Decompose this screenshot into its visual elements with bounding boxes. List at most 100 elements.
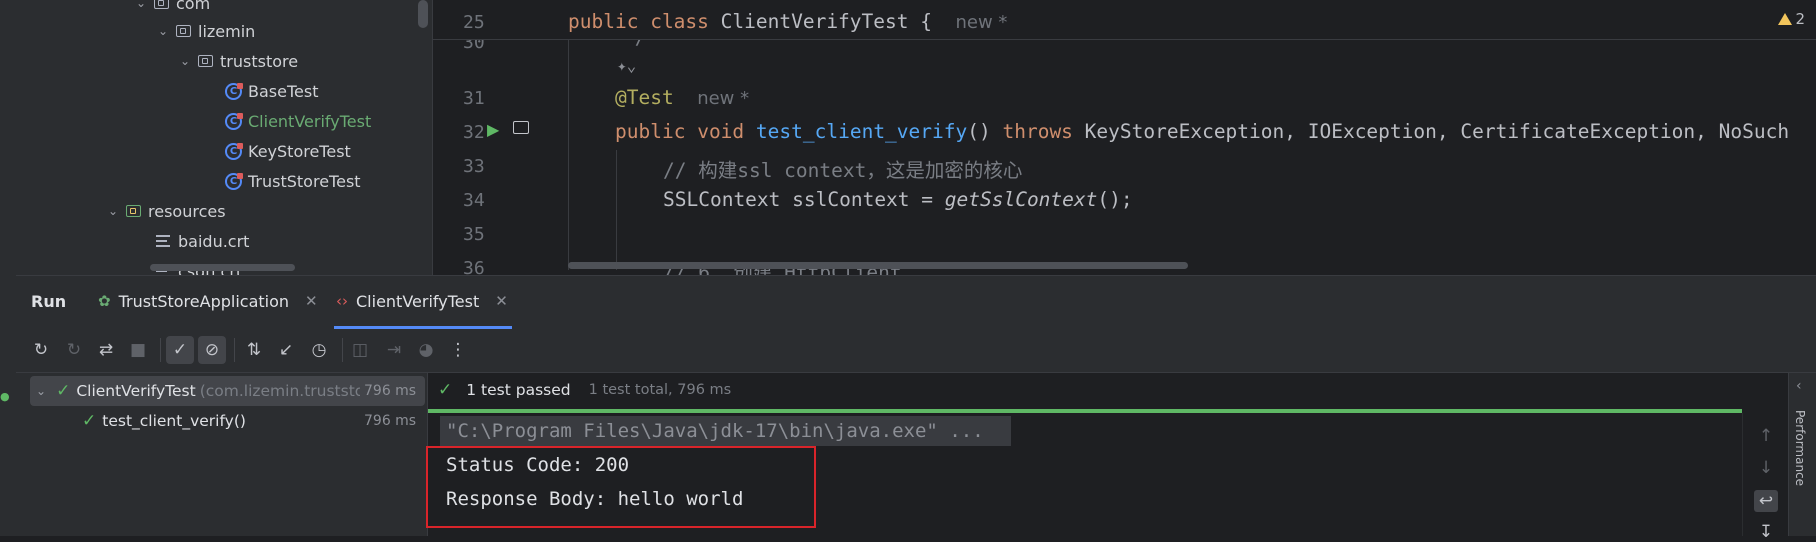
- test-class-icon: C: [225, 142, 243, 160]
- code-comment: // 构建ssl context，这是加密的核心: [663, 159, 1023, 182]
- tree-item-label: baidu.crt: [178, 231, 250, 251]
- show-ignored-icon[interactable]: ⊘: [198, 336, 226, 364]
- toolbar-separator: [342, 338, 343, 362]
- annotation: @Test: [615, 86, 674, 109]
- tree-item-label: TrustStoreTest: [248, 171, 361, 191]
- test-class-icon: C: [225, 172, 243, 190]
- project-tree: ⌄ com ⌄ lizemin ⌄ truststore C BaseTest …: [0, 0, 432, 275]
- check-icon: ✓: [82, 411, 97, 431]
- show-passed-icon[interactable]: ✓: [166, 336, 194, 364]
- stop-icon[interactable]: ■: [124, 336, 152, 364]
- tree-item-lizemin[interactable]: ⌄ lizemin: [156, 16, 255, 46]
- code-line-31: @Test new *: [615, 86, 749, 109]
- line-number: 35: [463, 224, 485, 245]
- rerun-icon[interactable]: ↻: [27, 336, 55, 364]
- tree-item-label: truststore: [220, 51, 299, 71]
- tree-item-basetest[interactable]: C BaseTest: [225, 76, 318, 106]
- test-method-label: test_client_verify(): [102, 412, 246, 430]
- tree-item-label: ClientVerifyTest: [248, 111, 372, 131]
- tree-vertical-scrollbar[interactable]: [418, 0, 428, 28]
- scroll-down-icon[interactable]: ↓: [1756, 458, 1776, 478]
- keyword: public: [568, 10, 639, 33]
- tree-item-clientverifytest[interactable]: C ClientVerifyTest: [225, 106, 371, 136]
- chevron-down-icon[interactable]: ⌄: [36, 384, 46, 398]
- test-method-row[interactable]: ✓ test_client_verify(): [82, 406, 246, 436]
- keyword: public: [615, 120, 686, 143]
- close-icon[interactable]: ✕: [305, 292, 318, 310]
- import-icon[interactable]: ⇥: [380, 336, 408, 364]
- test-duration: 796 ms: [364, 383, 417, 399]
- warnings-indicator[interactable]: 2: [1778, 10, 1805, 28]
- tests-passed-label: 1 test passed: [466, 381, 571, 399]
- brace: {: [908, 10, 932, 33]
- editor-horizontal-scrollbar[interactable]: [568, 262, 1188, 269]
- sort-icon[interactable]: ⇅: [240, 336, 268, 364]
- method-call: getSslContext: [944, 188, 1098, 211]
- test-status-line: ✓ 1 test passed 1 test total, 796 ms: [438, 380, 731, 400]
- chevron-down-icon[interactable]: ⌄: [134, 0, 148, 10]
- package-icon: [176, 25, 191, 37]
- toolbar-separator: [234, 338, 235, 362]
- ai-assist-icon[interactable]: ✦⌄: [617, 56, 636, 75]
- test-package-label: (com.lizemin.truststor: [199, 382, 360, 400]
- test-class-icon: C: [225, 112, 243, 130]
- indent-guide: [616, 150, 617, 270]
- call-tail: ();: [1097, 188, 1133, 211]
- chevron-down-icon[interactable]: ⌄: [156, 24, 170, 38]
- keyword: throws: [1002, 120, 1073, 143]
- code-line-32: public void test_client_verify() throws …: [615, 120, 1789, 143]
- warning-icon: [1778, 13, 1793, 25]
- sticky-class-header[interactable]: 25 public class ClientVerifyTest { new *…: [433, 0, 1816, 40]
- chevron-left-icon[interactable]: ‹: [1796, 378, 1802, 394]
- tab-label: TrustStoreApplication: [118, 291, 290, 311]
- performance-tool-tab[interactable]: Performance: [1793, 410, 1807, 486]
- tab-client-verify-test[interactable]: ‹› ClientVerifyTest ✕: [336, 288, 508, 314]
- line-number: 25: [463, 12, 485, 33]
- test-root-row[interactable]: ⌄ ✓ ClientVerifyTest (com.lizemin.trusts…: [36, 376, 360, 406]
- check-icon: ✓: [438, 380, 453, 400]
- chevron-down-icon[interactable]: ⌄: [106, 204, 120, 218]
- tree-item-truststoretest[interactable]: C TrustStoreTest: [225, 166, 361, 196]
- tree-item-resources[interactable]: ⌄ resources: [106, 196, 226, 226]
- implementation-gutter-icon[interactable]: [513, 121, 529, 134]
- history-icon[interactable]: ◷: [305, 336, 333, 364]
- tree-item-keystoretest[interactable]: C KeyStoreTest: [225, 136, 351, 166]
- line-number: 33: [463, 156, 485, 177]
- tree-item-baidu-crt[interactable]: baidu.crt: [156, 226, 249, 256]
- camera-icon[interactable]: ◫: [346, 336, 374, 364]
- parens: (): [967, 120, 1003, 143]
- scroll-up-icon[interactable]: ↑: [1756, 426, 1776, 446]
- tree-item-truststore[interactable]: ⌄ truststore: [178, 46, 298, 76]
- tree-horizontal-scrollbar[interactable]: [150, 264, 295, 271]
- command-line[interactable]: "C:\Program Files\Java\jdk-17\bin\java.e…: [446, 420, 984, 442]
- rerun-failed-icon[interactable]: ↻: [60, 336, 88, 364]
- new-hint[interactable]: new *: [697, 88, 749, 109]
- exception-list: KeyStoreException, IOException, Certific…: [1072, 120, 1790, 143]
- class-name: ClientVerifyTest: [720, 10, 909, 33]
- new-hint[interactable]: new *: [955, 12, 1007, 33]
- close-icon[interactable]: ✕: [495, 292, 508, 310]
- collapse-all-icon[interactable]: ↙: [272, 336, 300, 364]
- code-line-34: SSLContext sslContext = getSslContext();: [663, 188, 1133, 211]
- rerun-automatically-icon[interactable]: ⇄: [92, 336, 120, 364]
- tree-item-label: com: [176, 0, 211, 13]
- keyword: void: [697, 120, 745, 143]
- method-name: test_client_verify: [755, 120, 968, 143]
- chevron-down-icon[interactable]: ⌄: [178, 54, 192, 68]
- spring-app-icon: ✿: [98, 292, 111, 310]
- package-icon: [198, 55, 213, 67]
- line-number: 36: [463, 258, 485, 275]
- tab-trust-store-application[interactable]: ✿ TrustStoreApplication ✕: [98, 288, 318, 314]
- resources-folder-icon: [126, 205, 141, 217]
- toolbar-separator: [160, 338, 161, 362]
- soft-wrap-icon[interactable]: ↩: [1754, 490, 1778, 512]
- run-panel-title: Run: [31, 292, 67, 311]
- code-editor[interactable]: 30 */ ✦⌄ 31 @Test new * 32 ▶ public void…: [432, 0, 1816, 275]
- more-options-icon[interactable]: ⋮: [444, 336, 472, 364]
- warning-count: 2: [1795, 10, 1805, 28]
- line-number: 34: [463, 190, 485, 211]
- test-class-icon: C: [225, 82, 243, 100]
- coverage-icon[interactable]: ◕: [412, 336, 440, 364]
- scroll-to-end-icon[interactable]: ↧: [1756, 522, 1776, 542]
- run-test-gutter-icon[interactable]: ▶: [487, 120, 499, 139]
